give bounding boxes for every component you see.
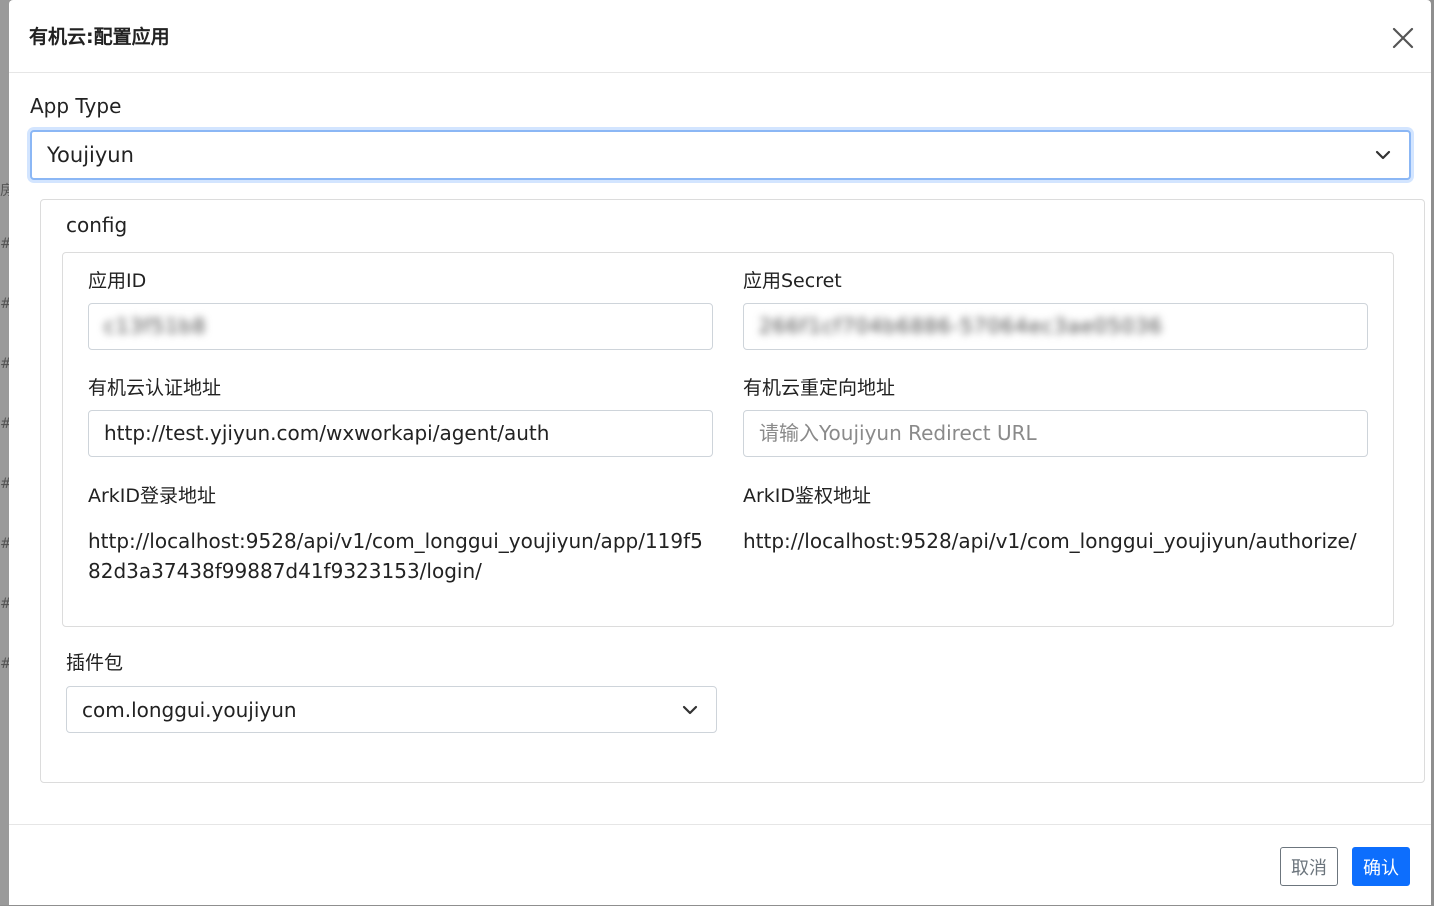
app-id-input[interactable]: c13f51b8 bbox=[88, 303, 713, 350]
config-fields-group: 应用ID c13f51b8 应用Secret 266f1cf704b6886-5… bbox=[62, 252, 1394, 627]
confirm-button[interactable]: 确认 bbox=[1352, 847, 1410, 886]
config-panel: config 应用ID c13f51b8 应用Secret 266f1cf704… bbox=[40, 199, 1425, 783]
app-id-label: 应用ID bbox=[88, 270, 147, 292]
app-type-label: App Type bbox=[30, 94, 122, 118]
chevron-down-icon bbox=[1375, 150, 1391, 160]
authorize-url-value: http://localhost:9528/api/v1/com_longgui… bbox=[743, 529, 1357, 553]
auth-url-label: 有机云认证地址 bbox=[88, 377, 222, 399]
redirect-url-input[interactable]: 请输入Youjiyun Redirect URL bbox=[743, 410, 1368, 457]
config-dialog: 有机云:配置应用 App Type Youjiyun config 应用ID c… bbox=[9, 0, 1431, 905]
chevron-down-icon bbox=[682, 705, 698, 714]
authorize-url-label: ArkID鉴权地址 bbox=[743, 485, 872, 507]
cancel-button[interactable]: 取消 bbox=[1280, 847, 1338, 886]
auth-url-input[interactable]: http://test.yjiyun.com/wxworkapi/agent/a… bbox=[88, 410, 713, 457]
close-icon bbox=[1392, 27, 1414, 49]
app-id-value: c13f51b8 bbox=[104, 314, 207, 338]
app-secret-input[interactable]: 266f1cf704b6886-57064ec3ae05036 bbox=[743, 303, 1368, 350]
login-url-value: http://localhost:9528/api/v1/com_longgui… bbox=[88, 529, 703, 583]
dialog-header: 有机云:配置应用 bbox=[9, 0, 1431, 73]
plugin-value: com.longgui.youjiyun bbox=[82, 697, 297, 722]
dialog-footer: 取消 确认 bbox=[9, 824, 1431, 906]
app-secret-label: 应用Secret bbox=[743, 270, 842, 292]
plugin-label: 插件包 bbox=[66, 652, 124, 674]
login-url-label: ArkID登录地址 bbox=[88, 485, 217, 507]
app-secret-value: 266f1cf704b6886-57064ec3ae05036 bbox=[759, 314, 1163, 338]
config-title: config bbox=[66, 213, 128, 237]
close-button[interactable] bbox=[1387, 22, 1419, 54]
redirect-url-label: 有机云重定向地址 bbox=[743, 377, 896, 399]
app-type-select[interactable]: Youjiyun bbox=[30, 130, 1411, 180]
dialog-title: 有机云:配置应用 bbox=[29, 26, 170, 48]
plugin-select[interactable]: com.longgui.youjiyun bbox=[66, 686, 717, 733]
app-type-value: Youjiyun bbox=[47, 143, 134, 167]
